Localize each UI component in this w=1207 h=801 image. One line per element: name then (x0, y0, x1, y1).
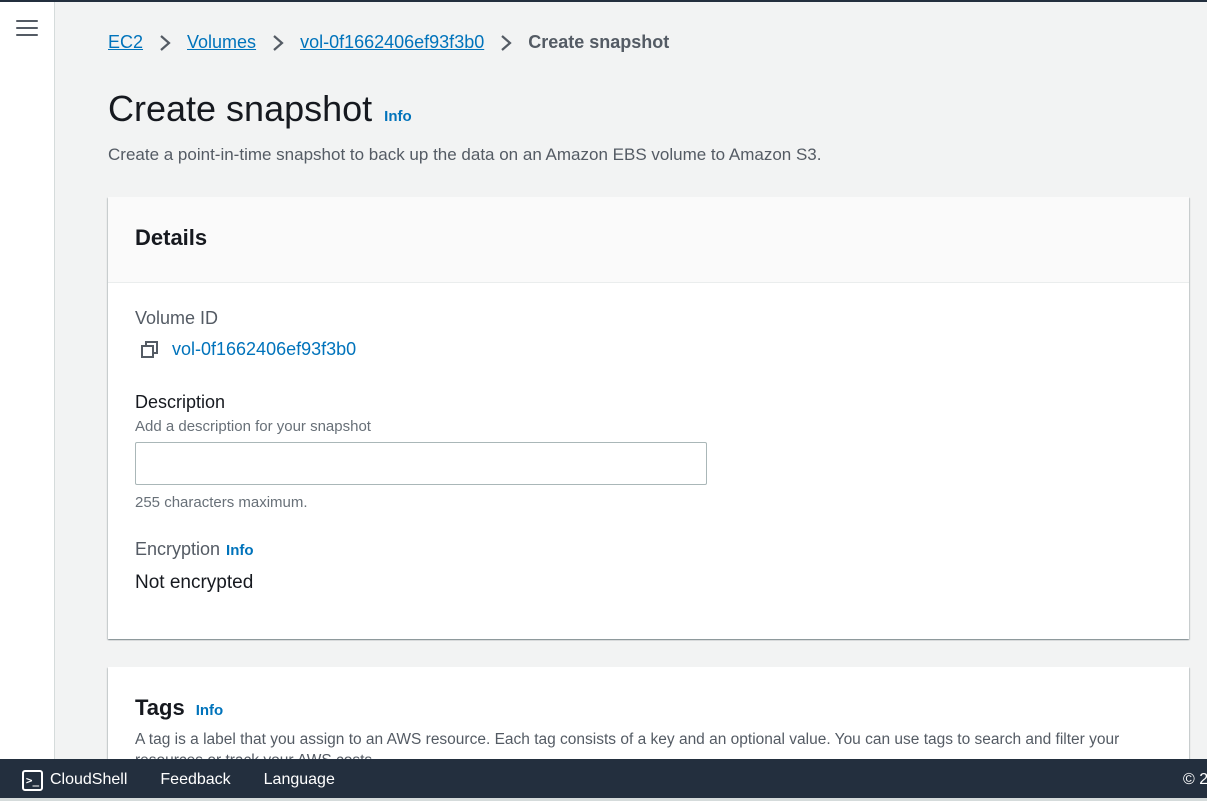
copy-icon[interactable] (140, 340, 160, 360)
chevron-right-icon (492, 33, 520, 53)
details-body: Volume ID vol-0f1662406ef93f3b0 Descript… (108, 283, 1189, 594)
description-input[interactable] (135, 442, 707, 485)
description-hint: Add a description for your snapshot (135, 418, 371, 435)
details-panel: Details Volume ID vol-0f1662406ef93f3b0 … (108, 197, 1189, 639)
details-heading: Details (135, 225, 208, 250)
encryption-info-link[interactable]: Info (226, 542, 254, 559)
tags-header: Tags Info (108, 667, 1189, 721)
chevron-right-icon (151, 33, 179, 53)
description-label: Description (135, 392, 226, 412)
tags-heading: Tags (135, 695, 185, 720)
breadcrumb-current: Create snapshot (528, 32, 670, 52)
terminal-icon: >_ (22, 769, 43, 791)
tags-info-link[interactable]: Info (196, 702, 224, 719)
hamburger-menu-icon[interactable] (16, 20, 38, 38)
page-title: Create snapshot (108, 88, 373, 129)
breadcrumb: EC2 Volumes vol-0f1662406ef93f3b0 Create… (108, 32, 669, 53)
side-navigation (0, 2, 55, 759)
tags-panel: Tags Info A tag is a label that you assi… (108, 667, 1189, 759)
breadcrumb-ec2[interactable]: EC2 (108, 32, 143, 53)
chevron-right-icon (264, 33, 292, 53)
breadcrumb-volumes[interactable]: Volumes (187, 32, 256, 53)
page-description: Create a point-in-time snapshot to back … (108, 145, 822, 164)
encryption-label: Encryption (135, 539, 221, 559)
volume-id-row: vol-0f1662406ef93f3b0 (140, 339, 1162, 360)
page-info-link[interactable]: Info (384, 108, 412, 125)
copyright-text: © 2 (1183, 771, 1207, 788)
volume-id-label: Volume ID (135, 308, 219, 328)
description-constraint: 255 characters maximum. (135, 494, 308, 511)
cloudshell-button[interactable]: >_ CloudShell (22, 769, 128, 791)
cloudshell-label: CloudShell (50, 771, 128, 788)
page-header: Create snapshot Info (108, 88, 412, 130)
encryption-value: Not encrypted (135, 572, 254, 593)
tags-description: A tag is a label that you assign to an A… (135, 731, 1120, 759)
breadcrumb-volume-id[interactable]: vol-0f1662406ef93f3b0 (300, 32, 484, 53)
language-link[interactable]: Language (264, 771, 335, 789)
main-content: EC2 Volumes vol-0f1662406ef93f3b0 Create… (55, 2, 1207, 759)
feedback-link[interactable]: Feedback (160, 771, 230, 789)
details-header: Details (108, 197, 1189, 283)
volume-id-link[interactable]: vol-0f1662406ef93f3b0 (172, 339, 356, 360)
console-footer: >_ CloudShell Feedback Language © 2 (0, 759, 1207, 801)
